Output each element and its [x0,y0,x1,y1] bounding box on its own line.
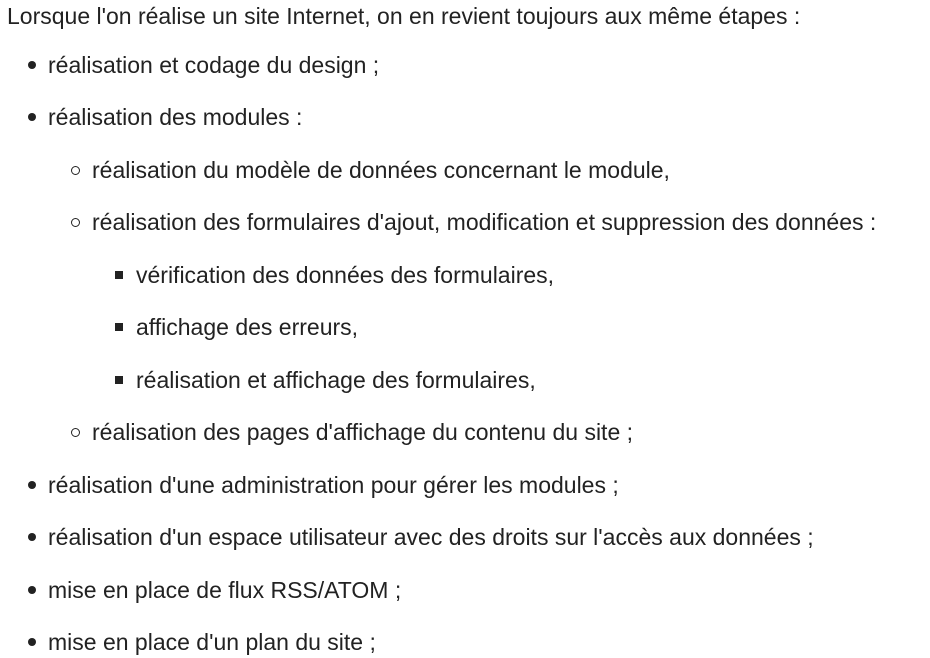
list-item-text: réalisation des pages d'affichage du con… [92,419,634,445]
list-item-text: mise en place d'un plan du site ; [48,629,376,655]
intro-text: Lorsque l'on réalise un site Internet, o… [7,3,801,29]
list-item-text: réalisation des modules : [48,104,303,130]
disc-bullet-icon [28,113,36,121]
list-item-text: réalisation des formulaires d'ajout, mod… [92,209,877,235]
disc-bullet-icon [28,481,36,489]
disc-bullet-icon [28,61,36,69]
list-item-text: réalisation et affichage des formulaires… [136,367,536,393]
circle-bullet-icon [71,218,80,227]
square-bullet-icon [115,271,123,279]
disc-bullet-icon [28,533,36,541]
list-item-text: mise en place de flux RSS/ATOM ; [48,577,402,603]
circle-bullet-icon [71,166,80,175]
square-bullet-icon [115,323,123,331]
list-item-text: réalisation et codage du design ; [48,52,380,78]
disc-bullet-icon [28,638,36,646]
circle-bullet-icon [71,428,80,437]
disc-bullet-icon [28,586,36,594]
list-item-text: vérification des données des formulaires… [136,262,555,288]
page: { "intro": "Lorsque l'on réalise un site… [0,0,930,657]
square-bullet-icon [115,376,123,384]
list-item-text: réalisation d'un espace utilisateur avec… [48,524,814,550]
list-item-text: réalisation du modèle de données concern… [92,157,670,183]
list-item-text: affichage des erreurs, [136,314,359,340]
list-item-text: réalisation d'une administration pour gé… [48,472,619,498]
